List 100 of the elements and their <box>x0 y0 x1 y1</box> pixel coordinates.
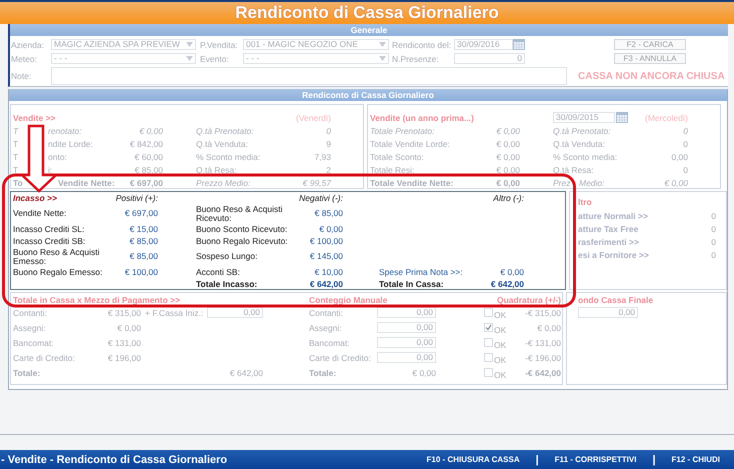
field-label: Totale: <box>309 368 338 378</box>
field-label: Bancomat: <box>13 338 55 348</box>
amount-text: -€ 642,00 <box>525 368 561 378</box>
calendar-icon[interactable] <box>616 112 628 123</box>
field-label: P.Vendita: <box>200 40 239 50</box>
field-label: Buono Regalo Ricevuto: <box>196 236 289 246</box>
section-title: Incasso >> <box>13 194 58 203</box>
amount-text: € 0,00 <box>412 368 436 378</box>
field-label: Contanti: <box>309 308 344 318</box>
field-label: Vendite Nette: <box>13 209 68 218</box>
field-label: Totale Vendite Lorde: <box>370 140 451 148</box>
cancel-button[interactable]: F3 - ANNULLA <box>614 53 686 64</box>
menu-link[interactable]: esi a Fornitore >> <box>578 250 649 260</box>
page-title: Rendiconto di Cassa Giornaliero <box>235 3 499 22</box>
shortcut-link[interactable]: F12 - CHIUDI <box>672 455 720 464</box>
amount-text: € 100,00 <box>124 268 158 276</box>
dropdown-field[interactable]: - - - <box>243 53 389 64</box>
field-label: Incasso Crediti SL: <box>13 224 86 234</box>
dropdown-field[interactable]: - - - <box>51 53 196 64</box>
amount-text: € 842,00 <box>130 140 163 148</box>
field-label: Evento: <box>200 54 230 64</box>
section-header: Rendiconto di Cassa Giornaliero <box>9 89 727 101</box>
field-label: Totale Resi: <box>370 166 416 174</box>
menu-link[interactable]: rasferimenti >> <box>578 236 639 246</box>
field-label: T <box>13 152 20 160</box>
field-label: Rendiconto del: <box>392 40 452 50</box>
amount-text: € 99,57 <box>302 178 331 186</box>
amount-text: € 0,00 <box>496 178 520 186</box>
amount-text: € 15,00 <box>130 224 158 234</box>
field-label: Azienda: <box>11 40 46 50</box>
field-label: Buono Regalo Emesso: <box>13 268 104 276</box>
field-label: Medio: <box>579 178 605 188</box>
input-field[interactable]: 0,00 <box>377 322 436 333</box>
amount-text: € 642,00 <box>490 280 524 288</box>
date-field[interactable]: 30/09/2016 <box>454 39 513 50</box>
caret-icon <box>379 56 386 61</box>
field-label: ndite Lorde: <box>48 138 93 148</box>
amount-text: 0,00 <box>671 152 688 160</box>
amount-text: € 85,00 <box>314 209 343 218</box>
weekday-text: (Venerdì) <box>296 114 331 122</box>
section-title: ondo Cassa Finale <box>578 295 654 305</box>
field-label: % Sconto media: <box>553 152 618 160</box>
caret-icon <box>186 42 193 47</box>
amount-text: € 85,00 <box>134 166 163 174</box>
checkbox[interactable] <box>484 323 493 332</box>
amount-text: € 642,00 <box>310 280 343 288</box>
field-label: N.Presenze: <box>392 54 440 64</box>
amount-text: € 697,00 <box>124 209 158 218</box>
input-field[interactable]: 0 <box>454 53 525 64</box>
separator-text: | <box>652 454 656 466</box>
field-label: Totale Prenotato: <box>370 126 436 134</box>
amount-text: € 0,00 <box>537 322 561 332</box>
field-label: Acconti SB: <box>196 268 241 276</box>
ok-label: OK <box>494 308 508 320</box>
amount-text: € 85,00 <box>130 252 158 261</box>
amount-text: € 315,00 <box>108 308 141 318</box>
field-label: renotato: <box>48 126 82 136</box>
status-text: CASSA NON ANCORA CHIUSA <box>578 70 725 82</box>
field-label: Assegni: <box>13 322 47 332</box>
input-field[interactable]: 0,00 <box>377 307 436 318</box>
field-label: Prez <box>553 178 572 186</box>
field-label: Totale Incasso: <box>196 280 258 288</box>
dropdown-field[interactable]: 001 - MAGIC NEGOZIO ONE <box>243 39 389 50</box>
dropdown-field[interactable]: MAGIC AZIENDA SPA PREVIEW <box>51 39 196 50</box>
section-title: Vendite (un anno prima...) <box>370 114 475 122</box>
field-label: Spese Prima Nota >>: <box>379 268 464 276</box>
amount-text: € 0,00 <box>500 268 524 276</box>
calendar-icon[interactable] <box>513 39 525 50</box>
field-label: % Sconto media: <box>196 152 262 160</box>
field-label: Contanti: <box>13 308 48 318</box>
field-label: Carte di Credito: <box>13 352 76 362</box>
amount-text: 0 <box>683 166 688 174</box>
count-text: 0 <box>711 224 716 234</box>
load-button[interactable]: F2 - CARICA <box>614 39 686 50</box>
field-label: onto: <box>48 152 67 162</box>
menu-link[interactable]: atture Tax Free <box>578 224 638 234</box>
ok-label: OK <box>494 368 508 380</box>
field-label: Totale In Cassa: <box>379 280 445 288</box>
input-field[interactable]: 0,00 <box>578 307 638 318</box>
field-label: Prezzo Medio: <box>196 178 252 186</box>
amount-text: € 0,00 <box>319 224 343 234</box>
amount-text: -€ 315,00 <box>525 308 561 318</box>
ok-label: OK <box>494 338 508 350</box>
date-field[interactable]: 30/09/2015 <box>553 112 615 123</box>
shortcut-link[interactable]: F10 - CHIUSURA CASSA <box>426 455 520 464</box>
amount-text: € 0,00 <box>496 152 520 160</box>
input-field[interactable]: 0,00 <box>377 352 436 363</box>
input-field[interactable]: 0,00 <box>377 337 436 348</box>
weekday-text: (Mercoledì) <box>645 114 688 122</box>
column-header: Negativi (-): <box>299 194 343 203</box>
amount-text: € 196,00 <box>108 352 141 362</box>
note-field[interactable] <box>51 67 567 85</box>
amount-text: € 0,00 <box>664 178 688 186</box>
shortcut-link[interactable]: F11 - CORRISPETTIVI <box>554 455 636 464</box>
section-title: ltro <box>578 196 593 209</box>
amount-text: € 85,00 <box>130 236 158 246</box>
field-label: To <box>13 178 24 186</box>
input-field[interactable]: 0,00 <box>207 307 263 318</box>
field-label: Buono Reso & Acquisti Emesso: <box>13 248 100 266</box>
menu-link[interactable]: atture Normali >> <box>578 210 648 220</box>
